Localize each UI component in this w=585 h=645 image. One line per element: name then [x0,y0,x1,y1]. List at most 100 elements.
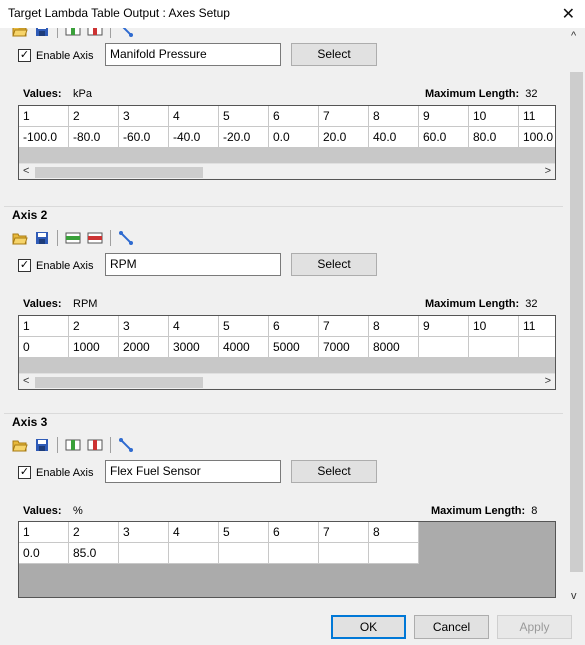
dialog-button-bar: OK Cancel Apply [0,606,585,645]
value-cell[interactable] [119,543,169,564]
open-folder-icon[interactable] [11,436,29,454]
value-cell[interactable] [419,337,469,358]
axis-3-header-row: 1 2 3 4 5 6 7 8 [19,522,419,543]
insert-column-icon[interactable] [64,28,82,39]
vertical-scrollbar[interactable]: ^ v [568,28,585,606]
value-cell[interactable] [169,543,219,564]
save-icon[interactable] [33,28,51,39]
axis-3-unit: % [73,505,83,517]
scroll-thumb[interactable] [570,72,583,572]
header-cell: 3 [119,522,169,543]
save-icon[interactable] [33,229,51,247]
open-folder-icon[interactable] [11,28,29,39]
axis-1-max-length: Maximum Length: 32 [425,88,538,100]
cancel-button[interactable]: Cancel [414,615,489,639]
header-cell: 4 [169,316,219,337]
value-cell[interactable]: 8000 [369,337,419,358]
axis-3-source-field[interactable]: Flex Fuel Sensor [105,460,281,483]
header-cell: 7 [319,522,369,543]
header-cell: 7 [319,316,369,337]
axis-3-value-row: 0.0 85.0 [19,543,419,564]
value-cell[interactable]: 1000 [69,337,119,358]
axis-2-source-field[interactable]: RPM [105,253,281,276]
header-cell: 6 [269,316,319,337]
save-icon[interactable] [33,436,51,454]
scroll-left-icon[interactable]: < [23,165,29,177]
value-cell[interactable]: 5000 [269,337,319,358]
apply-button[interactable]: Apply [497,615,572,639]
open-folder-icon[interactable] [11,229,29,247]
close-icon[interactable]: ✕ [562,4,575,24]
axis-1-value-row: -100.0 -80.0 -60.0 -40.0 -20.0 0.0 20.0 … [19,127,555,148]
axis-3-values-grid: 1 2 3 4 5 6 7 8 0.0 85.0 [18,521,556,598]
value-cell[interactable]: 60.0 [419,127,469,148]
value-cell[interactable] [519,337,555,358]
value-cell[interactable]: 100.0 [519,127,555,148]
value-cell[interactable] [219,543,269,564]
value-cell[interactable]: 40.0 [369,127,419,148]
scroll-left-icon[interactable]: < [23,375,29,387]
toolbar-divider [57,230,58,246]
value-cell[interactable]: 2000 [119,337,169,358]
value-cell[interactable]: -60.0 [119,127,169,148]
axis-3-select-button[interactable]: Select [291,460,377,483]
axis-2-enable-checkbox[interactable]: ✓ Enable Axis [18,259,93,272]
axis-1-source-field[interactable]: Manifold Pressure [105,43,281,66]
value-cell[interactable]: 0.0 [19,543,69,564]
value-cell[interactable]: 0.0 [269,127,319,148]
value-cell[interactable]: -100.0 [19,127,69,148]
header-cell: 1 [19,522,69,543]
ok-button[interactable]: OK [331,615,406,639]
value-cell[interactable]: -80.0 [69,127,119,148]
insert-column-icon[interactable] [64,436,82,454]
value-cell[interactable] [319,543,369,564]
value-cell[interactable]: 0 [19,337,69,358]
delete-row-icon[interactable] [86,229,104,247]
scroll-up-icon[interactable]: ^ [571,30,576,42]
header-cell: 5 [219,522,269,543]
value-cell[interactable]: -40.0 [169,127,219,148]
axis-2-values-grid: 1 2 3 4 5 6 7 8 9 10 11 0 1000 2000 3000… [18,315,556,390]
axis-2-unit: RPM [73,298,98,310]
delete-column-icon[interactable] [86,28,104,39]
scroll-right-icon[interactable]: > [545,375,551,387]
value-cell[interactable]: 7000 [319,337,369,358]
toolbar-divider [110,28,111,38]
value-cell[interactable]: 3000 [169,337,219,358]
grid-spacer [19,358,555,373]
value-cell[interactable] [269,543,319,564]
header-cell: 7 [319,106,369,127]
header-cell: 2 [69,522,119,543]
insert-row-icon[interactable] [64,229,82,247]
scroll-thumb[interactable] [35,167,203,178]
axis-2-horizontal-scrollbar[interactable]: < > [19,373,555,389]
value-cell[interactable]: 85.0 [69,543,119,564]
axis-3-toolbar [11,436,139,454]
interpolate-icon[interactable] [117,229,135,247]
header-cell: 6 [269,522,319,543]
axis-2-header-row: 1 2 3 4 5 6 7 8 9 10 11 [19,316,555,337]
axis-1-select-button[interactable]: Select [291,43,377,66]
value-cell[interactable]: 4000 [219,337,269,358]
scroll-thumb[interactable] [35,377,203,388]
value-cell[interactable]: 80.0 [469,127,519,148]
toolbar-divider [57,28,58,38]
axis-1-enable-checkbox[interactable]: ✓ Enable Axis [18,49,93,62]
axis-2-section: Axis 2 ✓ Enable Axis RPM Select Values: … [4,206,563,412]
scroll-down-icon[interactable]: v [571,590,577,602]
interpolate-icon[interactable] [117,28,135,39]
value-cell[interactable]: -20.0 [219,127,269,148]
header-cell: 8 [369,106,419,127]
header-cell: 10 [469,316,519,337]
axis-1-horizontal-scrollbar[interactable]: < > [19,163,555,179]
toolbar-divider [110,437,111,453]
value-cell[interactable]: 20.0 [319,127,369,148]
delete-column-icon[interactable] [86,436,104,454]
value-cell[interactable] [369,543,419,564]
value-cell[interactable] [469,337,519,358]
axis-2-select-button[interactable]: Select [291,253,377,276]
scroll-right-icon[interactable]: > [545,165,551,177]
axis-3-enable-checkbox[interactable]: ✓ Enable Axis [18,466,93,479]
header-cell: 4 [169,106,219,127]
interpolate-icon[interactable] [117,436,135,454]
